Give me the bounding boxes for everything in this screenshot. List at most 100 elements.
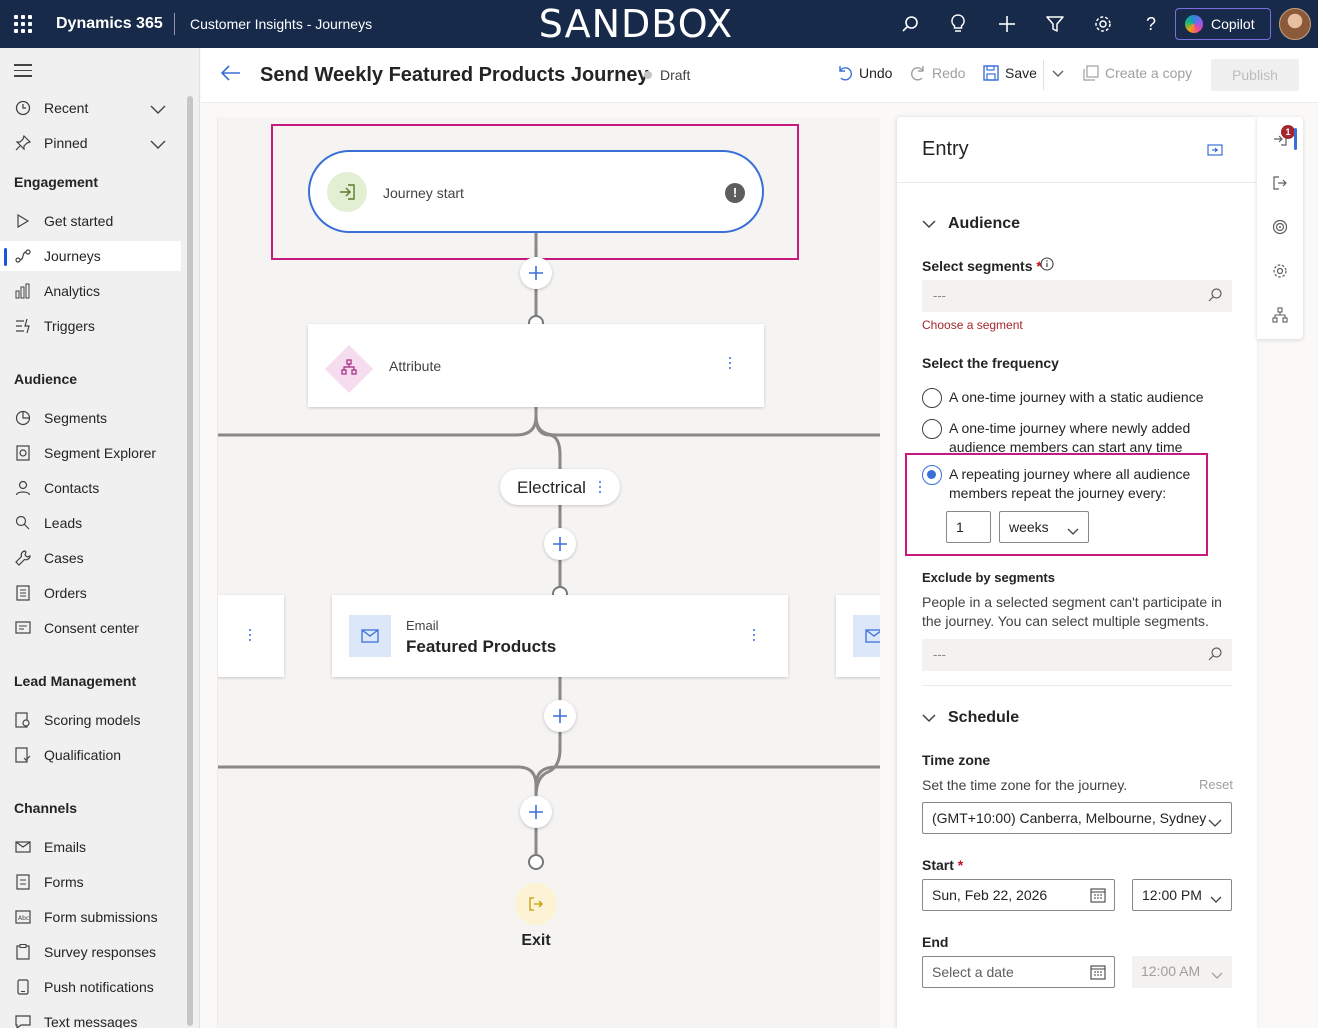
copy-icon — [1083, 65, 1099, 81]
end-label: End — [922, 934, 949, 950]
nav-item-scoring-models[interactable]: Scoring models — [0, 705, 181, 735]
copilot-button[interactable]: Copilot — [1175, 8, 1271, 40]
exit-icon[interactable] — [1271, 174, 1289, 192]
branch-card-left[interactable] — [218, 595, 284, 677]
audience-section-toggle[interactable]: Audience — [922, 215, 1020, 233]
frequency-option-static[interactable]: A one-time journey with a static audienc… — [922, 388, 1222, 408]
radio-button[interactable] — [922, 388, 942, 408]
nav-item-push-notifications[interactable]: Push notifications — [0, 972, 181, 1002]
more-options-icon[interactable] — [598, 481, 602, 496]
nav-item-survey-responses[interactable]: Survey responses — [0, 937, 181, 967]
nav-item-forms[interactable]: Forms — [0, 867, 181, 897]
nav-item-pinned[interactable]: Pinned — [0, 128, 181, 158]
redo-button[interactable]: Redo — [910, 65, 965, 81]
frequency-option-dynamic[interactable]: A one-time journey where newly added aud… — [922, 419, 1222, 453]
nav-item-leads[interactable]: Leads — [0, 508, 181, 538]
more-options-icon[interactable] — [248, 629, 252, 644]
repeat-unit-dropdown[interactable]: weeks — [999, 511, 1089, 543]
segments-icon — [14, 410, 32, 426]
email-card[interactable]: Email Featured Products — [332, 595, 788, 677]
schedule-section-toggle[interactable]: Schedule — [922, 709, 1019, 727]
more-options-icon[interactable] — [752, 629, 756, 644]
settings-icon[interactable] — [1271, 262, 1289, 280]
nav-item-label: Orders — [44, 585, 87, 601]
collapse-panel-icon[interactable] — [1207, 143, 1223, 161]
hamburger-icon[interactable] — [14, 64, 32, 81]
attribute-card[interactable]: Attribute — [308, 324, 764, 407]
nav-item-contacts[interactable]: Contacts — [0, 473, 181, 503]
nav-item-segments[interactable]: Segments — [0, 403, 181, 433]
form-submission-icon: Abc — [14, 909, 32, 925]
frequency-option-repeating[interactable]: A repeating journey where all audience m… — [922, 465, 1192, 503]
journey-canvas[interactable]: Journey start ! Attribute Electrical Ema… — [217, 117, 880, 1028]
save-options-chevron-icon[interactable] — [1052, 70, 1070, 78]
nav-item-journeys[interactable]: Journeys — [0, 241, 181, 271]
repeat-interval-input[interactable]: 1 — [946, 511, 991, 543]
start-label: Start * — [922, 857, 964, 873]
undo-button[interactable]: Undo — [837, 65, 892, 81]
end-time-dropdown[interactable]: 12:00 AM — [1132, 956, 1232, 988]
chevron-down-icon[interactable] — [150, 137, 166, 153]
more-options-icon[interactable] — [728, 357, 732, 372]
svg-text:Abc: Abc — [18, 915, 29, 922]
calendar-icon[interactable] — [1090, 887, 1106, 906]
nav-item-cases[interactable]: Cases — [0, 543, 181, 573]
plus-icon[interactable] — [995, 12, 1019, 36]
search-icon[interactable] — [898, 12, 922, 36]
add-step-button[interactable] — [520, 257, 552, 289]
radio-button-selected[interactable] — [922, 465, 942, 485]
nav-item-analytics[interactable]: Analytics — [0, 276, 181, 306]
nav-item-qualification[interactable]: Qualification — [0, 740, 181, 770]
copilot-label: Copilot — [1211, 16, 1255, 32]
exit-icon[interactable] — [515, 883, 557, 925]
nav-item-emails[interactable]: Emails — [0, 832, 181, 862]
add-step-button[interactable] — [544, 700, 576, 732]
save-button[interactable]: Save — [983, 65, 1037, 81]
nav-item-consent-center[interactable]: Consent center — [0, 613, 181, 643]
exit-label: Exit — [521, 932, 551, 949]
journey-start-node[interactable]: Journey start ! — [308, 150, 764, 233]
branch-label-pill[interactable]: Electrical — [500, 469, 620, 505]
reset-link[interactable]: Reset — [1199, 777, 1233, 792]
goal-icon[interactable] — [1271, 218, 1289, 236]
nav-item-segment-explorer[interactable]: Segment Explorer — [0, 438, 181, 468]
nav-scrollbar[interactable] — [187, 96, 193, 1026]
publish-button[interactable]: Publish — [1211, 59, 1299, 91]
nav-item-form-submissions[interactable]: Abc Form submissions — [0, 902, 181, 932]
help-icon[interactable]: ? — [1139, 12, 1163, 36]
add-step-button[interactable] — [544, 528, 576, 560]
entry-icon — [327, 172, 367, 212]
back-arrow-icon[interactable] — [220, 65, 241, 86]
filter-icon[interactable] — [1043, 12, 1067, 36]
hierarchy-icon[interactable] — [1271, 306, 1289, 324]
exclude-segments-input[interactable]: --- — [922, 639, 1232, 671]
end-date-picker[interactable]: Select a date — [922, 956, 1115, 988]
nav-item-label: Triggers — [44, 318, 95, 334]
add-step-button[interactable] — [520, 796, 552, 828]
timezone-dropdown[interactable]: (GMT+10:00) Canberra, Melbourne, Sydney — [922, 802, 1232, 834]
end-date-placeholder: Select a date — [932, 964, 1014, 980]
timezone-label: Time zone — [922, 752, 991, 768]
lightbulb-icon[interactable] — [946, 12, 970, 36]
start-date-picker[interactable]: Sun, Feb 22, 2026 — [922, 879, 1115, 911]
nav-item-label: Analytics — [44, 283, 101, 299]
avatar[interactable] — [1279, 8, 1311, 40]
nav-item-triggers[interactable]: Triggers — [0, 311, 181, 341]
mail-icon — [349, 615, 391, 657]
chevron-down-icon[interactable] — [150, 102, 166, 118]
info-icon[interactable] — [1040, 257, 1054, 276]
start-time-dropdown[interactable]: 12:00 PM — [1132, 879, 1232, 911]
nav-item-orders[interactable]: Orders — [0, 578, 181, 608]
nav-item-label: Push notifications — [44, 979, 154, 995]
left-navigation: Recent Pinned Engagement Get started Jou… — [0, 48, 200, 1028]
settings-icon[interactable] — [1091, 12, 1115, 36]
nav-item-recent[interactable]: Recent — [0, 93, 181, 123]
nav-item-get-started[interactable]: Get started — [0, 206, 181, 236]
segments-search-input[interactable]: --- — [922, 280, 1232, 312]
nav-item-text-messages[interactable]: Text messages — [0, 1007, 181, 1028]
branch-card-right[interactable] — [836, 595, 880, 677]
create-copy-button[interactable]: Create a copy — [1083, 65, 1192, 81]
radio-button[interactable] — [922, 419, 942, 439]
calendar-icon[interactable] — [1090, 964, 1106, 983]
warning-icon[interactable]: ! — [725, 183, 745, 203]
